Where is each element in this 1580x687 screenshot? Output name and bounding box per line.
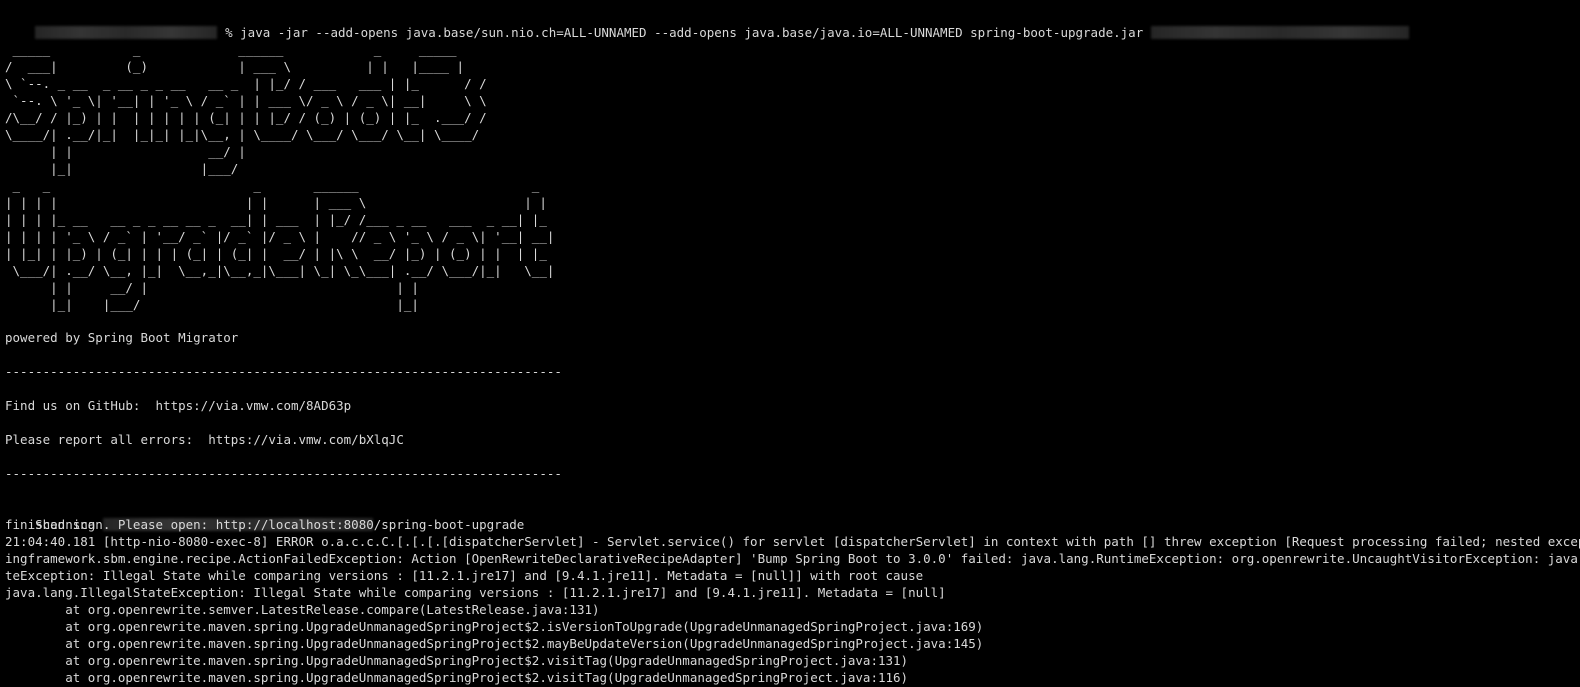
separator-line: ----------------------------------------… [5,364,562,379]
command-text: % java -jar --add-opens java.base/sun.ni… [225,24,1144,40]
ascii-banner-line: _ _ _ ______ _ [5,178,540,193]
ascii-banner-line: \ `--. _ __ _ __ _ _ __ __ _ | |_/ / ___… [5,76,487,91]
redacted-user-host [35,25,218,39]
ascii-banner-line: | | __/ | [5,144,246,159]
log-line: teException: Illegal State while compari… [5,568,924,583]
ascii-banner-line: |_| |___/ |_| [5,297,419,312]
terminal-window[interactable]: % java -jar --add-opens java.base/sun.ni… [0,0,1580,687]
ascii-banner-line: |_| |___/ [5,161,239,176]
ascii-banner-line: | | | | | | | ___ \ | | [5,195,547,210]
ascii-banner-line: | | __/ | | | [5,280,419,295]
redacted-argument [1151,25,1410,39]
log-line: 21:04:40.181 [http-nio-8080-exec-8] ERRO… [5,534,1580,549]
stack-trace-line: at org.openrewrite.maven.spring.UpgradeU… [5,653,909,668]
separator-line: ----------------------------------------… [5,466,562,481]
ascii-banner-line: | |_| | |_) | (_| | | | (_| | (_| | __/ … [5,246,547,261]
ascii-banner-line: /\__/ / |_) | | | | | | | (_| | | |_/ / … [5,110,487,125]
log-line: java.lang.IllegalStateException: Illegal… [5,585,946,600]
finished-scan-line[interactable]: finished scan. Please open: http://local… [5,517,524,534]
ascii-banner-line: \___/| .__/ \__, |_| \__,_|\__,_|\___| \… [5,263,555,278]
stack-trace-line: at org.openrewrite.maven.spring.UpgradeU… [5,670,909,685]
powered-by-text: powered by Spring Boot Migrator [5,330,239,345]
ascii-banner-line: _____ _ ______ _ _____ [5,42,457,57]
ascii-banner-line: \____/| .__/|_| |_|_| |_|\__, | \____/ \… [5,127,480,142]
report-errors-line[interactable]: Please report all errors: https://via.vm… [5,432,404,449]
scanning-line: Scanning [5,500,374,532]
command-prompt-line: % java -jar --add-opens java.base/sun.ni… [5,8,1410,40]
stack-trace-line: at org.openrewrite.semver.LatestRelease.… [5,602,600,617]
stack-trace-line: at org.openrewrite.maven.spring.UpgradeU… [5,636,984,651]
ascii-banner-line: `--. \ '_ \| '__| | '_ \ / _` | | ___ \/… [5,93,487,108]
ascii-banner-line: | | | | '_ \ / _` | '__/ _` |/ _` |/ _ \… [5,229,555,244]
ascii-banner-line: / ___| (_) | ___ \ | | |____ | [5,59,465,74]
log-line: ingframework.sbm.engine.recipe.ActionFai… [5,551,1580,566]
stack-trace-line: at org.openrewrite.maven.spring.UpgradeU… [5,619,984,634]
github-link-line[interactable]: Find us on GitHub: https://via.vmw.com/8… [5,398,351,415]
ascii-banner-line: | | | |_ __ __ _ _ __ __ _ __| | ___ | |… [5,212,547,227]
